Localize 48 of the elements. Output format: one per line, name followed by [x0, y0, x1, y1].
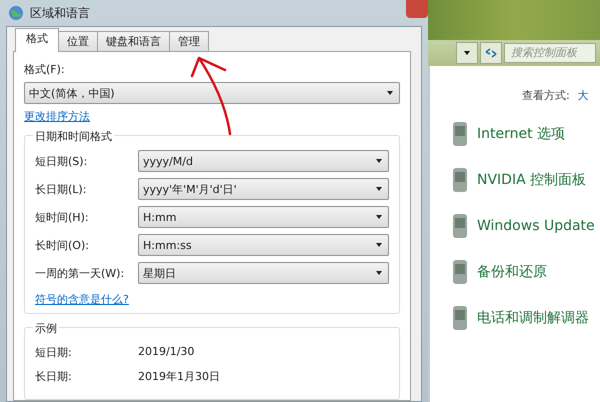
- history-dropdown[interactable]: [456, 42, 478, 64]
- help-link[interactable]: 符号的含意是什么?: [35, 292, 129, 307]
- example-label: 长日期:: [35, 369, 73, 384]
- tab[interactable]: 管理: [169, 31, 209, 52]
- format-dropdown[interactable]: 中文(简体，中国): [24, 82, 400, 104]
- control-panel-item[interactable]: NVIDIA 控制面板: [477, 171, 586, 189]
- format-dropdown[interactable]: yyyy/M/d: [138, 150, 389, 172]
- format-dropdown[interactable]: H:mm:ss: [138, 234, 389, 256]
- program-icon: [452, 166, 468, 194]
- tab[interactable]: 格式: [15, 28, 59, 52]
- group-title: 日期和时间格式: [33, 129, 114, 144]
- program-icon: [452, 304, 468, 332]
- field-label: 短时间(H):: [35, 210, 90, 224]
- control-panel-item[interactable]: 电话和调制解调器: [477, 309, 589, 327]
- example-value: 2019/1/30: [138, 345, 194, 360]
- caret-icon: [376, 215, 382, 219]
- field-label: 长时间(O):: [35, 238, 90, 252]
- group-title: 示例: [33, 321, 59, 336]
- window-title: 区域和语言: [30, 4, 90, 22]
- caret-icon: [376, 187, 382, 191]
- field-label: 一周的第一天(W):: [35, 266, 126, 280]
- control-panel-item[interactable]: Windows Update: [477, 218, 595, 234]
- view-option-link[interactable]: 大: [578, 88, 589, 103]
- view-label: 查看方式:: [522, 88, 570, 103]
- example-value: 2019年1月30日: [138, 369, 220, 384]
- control-panel-item[interactable]: Internet 选项: [477, 125, 566, 143]
- program-icon: [452, 258, 468, 286]
- example-label: 短日期:: [35, 345, 73, 360]
- program-icon: [452, 212, 468, 240]
- caret-icon: [376, 243, 382, 247]
- caret-icon: [376, 159, 382, 163]
- format-dropdown[interactable]: H:mm: [138, 206, 389, 228]
- caret-icon: [376, 271, 382, 275]
- program-icon: [452, 120, 468, 148]
- caret-icon: [464, 51, 470, 55]
- field-label: 长日期(L):: [35, 182, 88, 196]
- sort-link[interactable]: 更改排序方法: [24, 109, 90, 124]
- control-panel-item[interactable]: 备份和还原: [477, 263, 547, 281]
- caret-icon: [387, 91, 393, 95]
- format-dropdown[interactable]: 星期日: [138, 262, 389, 284]
- search-field[interactable]: 搜索控制面板: [504, 43, 596, 63]
- format-label: 格式(F):: [24, 62, 66, 77]
- refresh-button[interactable]: [480, 42, 502, 64]
- format-dropdown[interactable]: yyyy'年'M'月'd'日': [138, 178, 389, 200]
- tab[interactable]: 位置: [58, 31, 98, 52]
- field-label: 短日期(S):: [35, 154, 88, 168]
- globe-icon: [8, 5, 24, 21]
- tab[interactable]: 键盘和语言: [97, 31, 170, 52]
